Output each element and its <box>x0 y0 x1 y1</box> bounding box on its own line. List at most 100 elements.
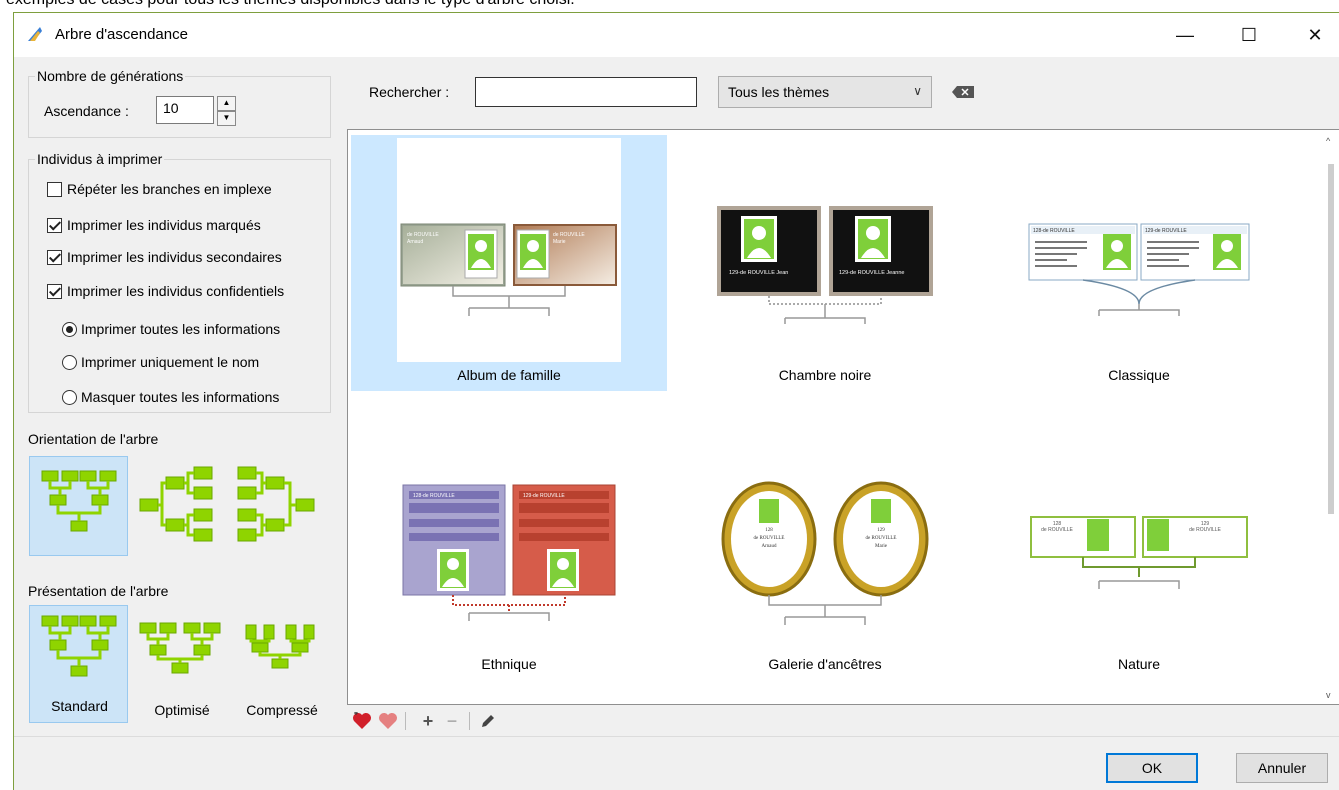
radio-label: Masquer toutes les informations <box>81 389 280 405</box>
checkbox-print-marked[interactable]: Imprimer les individus marqués <box>47 217 261 233</box>
app-feather-icon <box>26 25 44 43</box>
album-right-text2: Marie <box>553 239 566 245</box>
theme-name: Chambre noire <box>778 367 872 383</box>
background-caption: exemples de cases pour tous les thèmes d… <box>0 0 1339 10</box>
remove-icon[interactable]: − <box>441 710 463 732</box>
search-input[interactable] <box>475 77 697 107</box>
theme-tile-album-de-famille[interactable]: de ROUVILLE Arnaud de ROUVILLE Marie Alb… <box>351 135 667 391</box>
presentation-optimized-option[interactable]: Optimisé <box>132 609 232 725</box>
theme-name: Album de famille <box>457 367 561 383</box>
ascendance-spinbox[interactable]: 10 <box>156 96 214 124</box>
orientation-label: Orientation de l'arbre <box>28 431 159 447</box>
album-right-text: de ROUVILLE <box>553 232 585 238</box>
presentation-standard-option[interactable]: Standard <box>29 605 128 723</box>
theme-tile-classique[interactable]: 128-de ROUVILLE 129-de ROUVILLE Classiqu… <box>981 135 1297 391</box>
radio-hide-all-info[interactable]: Masquer toutes les informations <box>62 389 279 405</box>
theme-tile-ethnique[interactable]: 128-de ROUVILLE 129-de ROUVILLE Ethnique <box>351 424 667 680</box>
chambre-right-text: 129-de ROUVILLE Jeanne <box>839 270 904 276</box>
checkbox-box[interactable] <box>47 181 62 197</box>
theme-name: Classique <box>1108 367 1170 383</box>
galerie-left-num: 128 <box>765 528 773 533</box>
scroll-down-icon[interactable]: v <box>1326 690 1331 700</box>
ascendance-spin-buttons: ▲ ▼ <box>217 96 236 126</box>
galerie-right-num: 129 <box>877 528 885 533</box>
ascendance-dialog: Arbre d'ascendance — ☐ ✕ Nombre de génér… <box>13 12 1339 790</box>
close-button[interactable]: ✕ <box>1292 13 1338 57</box>
theme-thumbnail: 128-de ROUVILLE 129-de ROUVILLE <box>1027 138 1251 362</box>
spin-up-button[interactable]: ▲ <box>217 96 236 111</box>
spin-down-button[interactable]: ▼ <box>217 111 236 126</box>
add-favorite-icon[interactable] <box>351 710 373 732</box>
checkbox-box[interactable] <box>47 283 62 299</box>
gallery-toolbar: + − <box>347 706 1339 736</box>
scroll-up-icon[interactable]: ^ <box>1326 136 1330 146</box>
galerie-thumbnail-art: 128 de ROUVILLE Arnaud 129 de ROUVILLE M… <box>721 481 929 625</box>
checkbox-repeat-implexe[interactable]: Répéter les branches en implexe <box>47 181 272 197</box>
theme-gallery: de ROUVILLE Arnaud de ROUVILLE Marie Alb… <box>347 129 1339 705</box>
maximize-icon: ☐ <box>1240 24 1258 45</box>
ok-button[interactable]: OK <box>1106 753 1198 783</box>
galerie-right-first: Marie <box>875 544 888 549</box>
minimize-icon: — <box>1176 24 1194 45</box>
add-icon[interactable]: + <box>417 710 439 732</box>
radio-dot[interactable] <box>62 321 77 337</box>
nature-right-name: de ROUVILLE <box>1189 527 1221 533</box>
presentation-compressed-label: Compressé <box>246 702 318 718</box>
theme-name: Nature <box>1117 656 1161 672</box>
chambre-thumbnail-art: 129-de ROUVILLE Jean 129-de ROUVILLE Jea… <box>717 206 933 324</box>
checkbox-label: Imprimer les individus secondaires <box>67 249 282 265</box>
remove-favorite-icon[interactable] <box>377 710 399 732</box>
nature-thumbnail-art: 128 de ROUVILLE 129 de ROUVILLE <box>1030 516 1248 589</box>
album-left-text2: Arnaud <box>407 239 423 245</box>
chevron-down-icon: ∨ <box>913 84 922 98</box>
classique-thumbnail-art: 128-de ROUVILLE 129-de ROUVILLE <box>1028 223 1250 316</box>
presentation-compressed-option[interactable]: Compressé <box>232 609 332 725</box>
radio-print-all-info[interactable]: Imprimer toutes les informations <box>62 321 280 337</box>
individuals-group-label: Individus à imprimer <box>35 151 165 167</box>
scrollbar-thumb[interactable] <box>1328 164 1334 514</box>
album-thumbnail-art: de ROUVILLE Arnaud de ROUVILLE Marie <box>400 223 617 316</box>
classique-left-text: 128-de ROUVILLE <box>1033 228 1075 234</box>
toolbar-separator <box>405 712 406 730</box>
checkbox-box[interactable] <box>47 249 62 265</box>
theme-thumbnail: de ROUVILLE Arnaud de ROUVILLE Marie <box>397 138 621 362</box>
album-left-text: de ROUVILLE <box>407 232 439 238</box>
edit-pencil-icon[interactable] <box>477 710 499 732</box>
close-icon: ✕ <box>1307 24 1323 45</box>
radio-dot[interactable] <box>62 389 77 405</box>
ethnique-right-text: 129-de ROUVILLE <box>523 493 565 499</box>
radio-dot[interactable] <box>62 354 77 370</box>
theme-tile-galerie-ancetres[interactable]: 128 de ROUVILLE Arnaud 129 de ROUVILLE M… <box>667 424 983 680</box>
radio-print-name-only[interactable]: Imprimer uniquement le nom <box>62 354 259 370</box>
background-caption-text: exemples de cases pour tous les thèmes d… <box>6 0 575 9</box>
minimize-button[interactable]: — <box>1162 13 1208 57</box>
theme-thumbnail: 128-de ROUVILLE 129-de ROUVILLE <box>397 427 621 651</box>
theme-thumbnail: 128 de ROUVILLE 129 de ROUVILLE <box>1027 427 1251 651</box>
nature-left-name: de ROUVILLE <box>1041 527 1073 533</box>
theme-tile-chambre-noire[interactable]: 129-de ROUVILLE Jean 129-de ROUVILLE Jea… <box>667 135 983 391</box>
gallery-scrollbar[interactable]: ^ v <box>1322 130 1339 704</box>
cancel-button[interactable]: Annuler <box>1236 753 1328 783</box>
tree-top-down-icon <box>41 470 117 532</box>
checkbox-box[interactable] <box>47 217 62 233</box>
checkbox-label: Imprimer les individus confidentiels <box>67 283 285 299</box>
classique-right-text: 129-de ROUVILLE <box>1145 228 1187 234</box>
checkbox-print-secondary[interactable]: Imprimer les individus secondaires <box>47 249 282 265</box>
tree-right-left-icon[interactable] <box>138 465 222 545</box>
theme-filter-dropdown[interactable]: Tous les thèmes ∨ <box>718 76 932 108</box>
search-label: Rechercher : <box>369 84 450 100</box>
presentation-standard-label: Standard <box>51 698 108 714</box>
clear-search-icon[interactable] <box>952 86 974 98</box>
tree-left-right-icon[interactable] <box>236 465 320 545</box>
orientation-top-down-option[interactable] <box>29 456 128 556</box>
window-title: Arbre d'ascendance <box>55 26 188 43</box>
chambre-left-text: 129-de ROUVILLE Jean <box>729 270 788 276</box>
toolbar-separator <box>469 712 470 730</box>
theme-name: Galerie d'ancêtres <box>768 656 882 672</box>
presentation-label: Présentation de l'arbre <box>28 583 169 599</box>
theme-tile-nature[interactable]: 128 de ROUVILLE 129 de ROUVILLE Nature <box>981 424 1297 680</box>
checkbox-print-confidential[interactable]: Imprimer les individus confidentiels <box>47 283 284 299</box>
maximize-button[interactable]: ☐ <box>1226 13 1272 57</box>
checkbox-label: Imprimer les individus marqués <box>67 217 261 233</box>
footer-divider <box>14 736 1339 737</box>
